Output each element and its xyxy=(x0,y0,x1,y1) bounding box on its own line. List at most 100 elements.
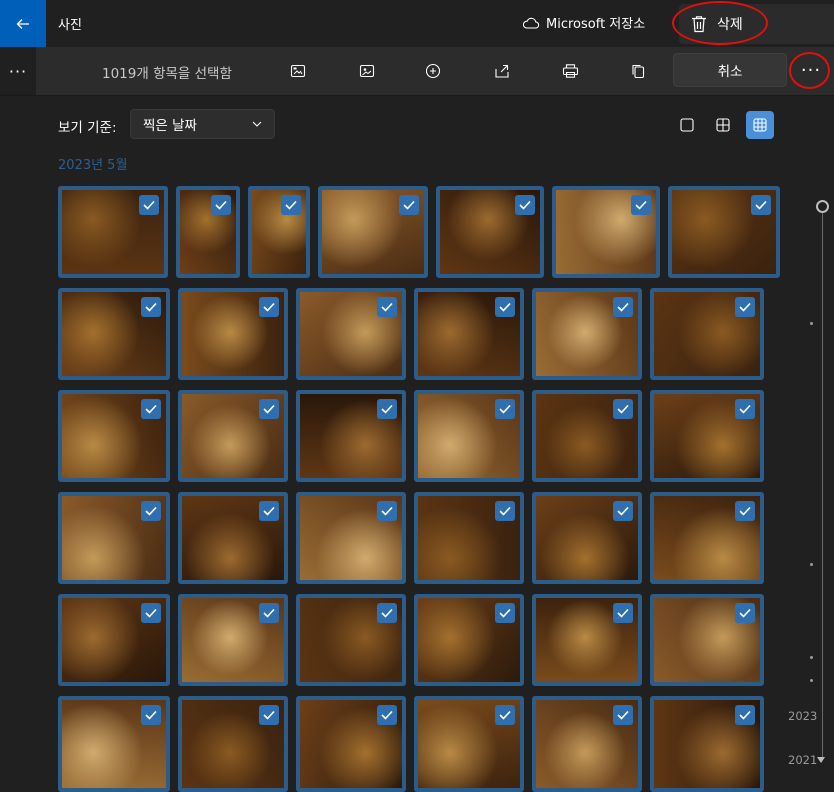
selected-checkbox[interactable] xyxy=(377,603,397,623)
timeline-thumb[interactable] xyxy=(816,200,829,213)
selected-checkbox[interactable] xyxy=(735,501,755,521)
photo-thumbnail[interactable] xyxy=(176,186,240,278)
selected-checkbox[interactable] xyxy=(495,705,515,725)
cancel-selection-button[interactable]: 취소 xyxy=(673,53,787,87)
slideshow-button[interactable] xyxy=(287,60,309,82)
photo-thumbnail[interactable] xyxy=(414,696,524,792)
selected-checkbox[interactable] xyxy=(735,603,755,623)
selected-checkbox[interactable] xyxy=(141,501,161,521)
photo-thumbnail[interactable] xyxy=(296,288,406,380)
photo-thumbnail[interactable] xyxy=(58,288,170,380)
photo-thumbnail[interactable] xyxy=(58,594,170,686)
checkmark-icon xyxy=(285,200,297,210)
photo-thumbnail[interactable] xyxy=(436,186,544,278)
selected-checkbox[interactable] xyxy=(613,501,633,521)
delete-label: 삭제 xyxy=(717,17,743,33)
timeline-track[interactable] xyxy=(822,208,823,760)
photo-thumbnail[interactable] xyxy=(532,594,642,686)
delete-button[interactable]: 삭제 xyxy=(679,4,834,44)
view-small-button[interactable] xyxy=(746,111,774,139)
photo-thumbnail[interactable] xyxy=(178,288,288,380)
selected-checkbox[interactable] xyxy=(613,705,633,725)
photo-thumbnail[interactable] xyxy=(532,288,642,380)
selected-checkbox[interactable] xyxy=(141,705,161,725)
photo-thumbnail[interactable] xyxy=(532,390,642,482)
selected-checkbox[interactable] xyxy=(751,195,771,215)
photo-thumbnail[interactable] xyxy=(552,186,660,278)
photo-thumbnail[interactable] xyxy=(532,492,642,584)
selected-checkbox[interactable] xyxy=(377,399,397,419)
photo-thumbnail[interactable] xyxy=(248,186,310,278)
selected-checkbox[interactable] xyxy=(281,195,301,215)
nav-more-button[interactable]: ··· xyxy=(0,47,36,95)
photo-thumbnail[interactable] xyxy=(318,186,428,278)
photo-thumbnail[interactable] xyxy=(414,492,524,584)
photo-thumbnail[interactable] xyxy=(296,594,406,686)
photo-thumbnail[interactable] xyxy=(668,186,780,278)
selected-checkbox[interactable] xyxy=(613,297,633,317)
photo-thumbnail[interactable] xyxy=(532,696,642,792)
selected-checkbox[interactable] xyxy=(259,501,279,521)
selected-checkbox[interactable] xyxy=(399,195,419,215)
copy-button[interactable] xyxy=(627,60,649,82)
year-label-2021[interactable]: 2021 xyxy=(788,753,817,767)
edit-image-button[interactable] xyxy=(356,60,378,82)
selected-checkbox[interactable] xyxy=(631,195,651,215)
photo-thumbnail[interactable] xyxy=(58,390,170,482)
photo-thumbnail[interactable] xyxy=(178,390,288,482)
selected-checkbox[interactable] xyxy=(377,297,397,317)
selected-checkbox[interactable] xyxy=(259,705,279,725)
photo-thumbnail[interactable] xyxy=(178,696,288,792)
selected-checkbox[interactable] xyxy=(139,195,159,215)
selected-checkbox[interactable] xyxy=(495,297,515,317)
photo-thumbnail[interactable] xyxy=(58,492,170,584)
photo-thumbnail[interactable] xyxy=(650,696,764,792)
checkmark-icon xyxy=(263,302,275,312)
view-medium-button[interactable] xyxy=(709,111,737,139)
add-button[interactable] xyxy=(422,60,444,82)
selected-checkbox[interactable] xyxy=(377,501,397,521)
photo-thumbnail[interactable] xyxy=(414,288,524,380)
photo-thumbnail[interactable] xyxy=(296,390,406,482)
selected-checkbox[interactable] xyxy=(141,297,161,317)
selected-checkbox[interactable] xyxy=(141,603,161,623)
photo-thumbnail[interactable] xyxy=(414,594,524,686)
sort-by-dropdown[interactable]: 찍은 날짜 xyxy=(130,109,275,139)
photo-thumbnail[interactable] xyxy=(296,696,406,792)
selected-checkbox[interactable] xyxy=(495,501,515,521)
back-button[interactable] xyxy=(0,0,46,47)
microsoft-storage-link[interactable]: Microsoft 저장소 xyxy=(522,13,645,32)
print-button[interactable] xyxy=(559,60,581,82)
selected-checkbox[interactable] xyxy=(259,399,279,419)
view-large-button[interactable] xyxy=(673,111,701,139)
selected-checkbox[interactable] xyxy=(495,399,515,419)
photo-thumbnail[interactable] xyxy=(58,186,168,278)
selected-checkbox[interactable] xyxy=(211,195,231,215)
photo-thumbnail[interactable] xyxy=(178,594,288,686)
selected-checkbox[interactable] xyxy=(377,705,397,725)
selected-checkbox[interactable] xyxy=(259,603,279,623)
selected-checkbox[interactable] xyxy=(613,603,633,623)
selected-checkbox[interactable] xyxy=(613,399,633,419)
selected-checkbox[interactable] xyxy=(735,705,755,725)
year-label-2023[interactable]: 2023 xyxy=(788,709,817,723)
photo-thumbnail[interactable] xyxy=(650,594,764,686)
timeline-down-arrow[interactable] xyxy=(817,757,825,763)
selected-checkbox[interactable] xyxy=(735,297,755,317)
checkmark-icon xyxy=(145,404,157,414)
selected-checkbox[interactable] xyxy=(259,297,279,317)
selected-checkbox[interactable] xyxy=(735,399,755,419)
photo-thumbnail[interactable] xyxy=(650,492,764,584)
photo-thumbnail[interactable] xyxy=(296,492,406,584)
photo-thumbnail[interactable] xyxy=(650,390,764,482)
selected-checkbox[interactable] xyxy=(495,603,515,623)
checkmark-icon xyxy=(263,506,275,516)
selected-checkbox[interactable] xyxy=(141,399,161,419)
photo-thumbnail[interactable] xyxy=(58,696,170,792)
photo-thumbnail[interactable] xyxy=(414,390,524,482)
more-options-button[interactable]: ··· xyxy=(793,53,829,87)
selected-checkbox[interactable] xyxy=(515,195,535,215)
share-button[interactable] xyxy=(491,60,513,82)
photo-thumbnail[interactable] xyxy=(178,492,288,584)
photo-thumbnail[interactable] xyxy=(650,288,764,380)
